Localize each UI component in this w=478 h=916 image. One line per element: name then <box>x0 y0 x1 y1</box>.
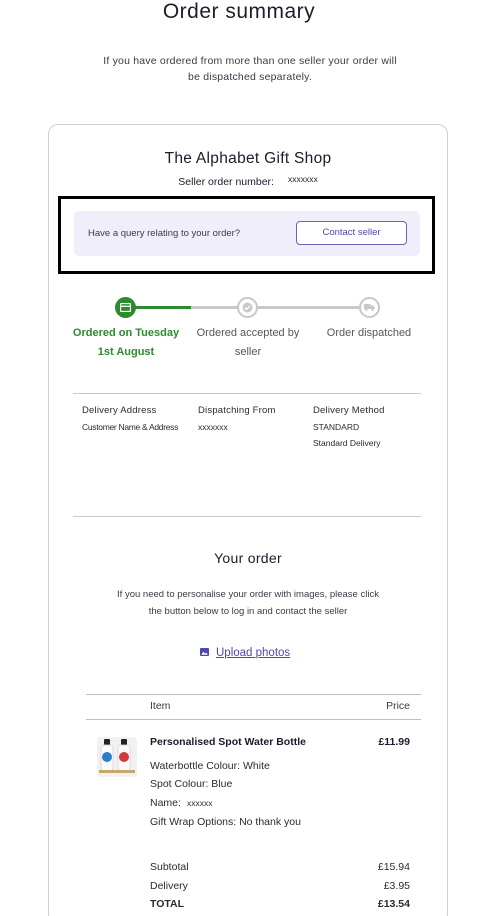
total-value: £13.54 <box>377 898 410 910</box>
delivery-address-heading: Delivery Address <box>82 405 157 416</box>
progress-track-pending <box>191 306 238 309</box>
query-text: Have a query relating to your order? <box>88 228 241 239</box>
delivery-address: Delivery Address Customer Name & Address <box>82 405 178 435</box>
product-option: Spot Colour: Blue <box>150 778 233 790</box>
personalise-text: If you need to personalise your order wi… <box>117 589 379 617</box>
progress-track-complete <box>131 306 191 309</box>
dispatching-from-heading: Dispatching From <box>198 405 276 416</box>
upload-photos-link[interactable]: Upload photos <box>200 647 290 659</box>
order-table-header: Item Price <box>86 694 421 720</box>
total-label: TOTAL <box>150 898 185 910</box>
step-label-ordered: Ordered on Tuesday 1st August <box>72 327 180 358</box>
column-header-item: Item <box>150 700 171 712</box>
product-name: Personalised Spot Water Bottle <box>150 736 306 748</box>
delivery-method-heading: Delivery Method <box>313 405 385 416</box>
divider <box>73 516 421 517</box>
product-price: £11.99 <box>378 736 410 748</box>
subtotal-label: Subtotal <box>150 861 189 873</box>
name-option-value: xxxxxx <box>186 798 213 808</box>
dispatching-from: Dispatching From xxxxxxx <box>198 405 276 435</box>
delivery-cost-label: Delivery <box>150 880 188 892</box>
shop-name: The Alphabet Gift Shop <box>164 150 332 167</box>
query-panel: Have a query relating to your order? Con… <box>74 211 420 256</box>
upload-photos-label[interactable]: Upload photos <box>216 647 290 659</box>
card-icon <box>115 297 136 318</box>
seller-order-number: Seller order number: xxxxxxx <box>48 174 448 188</box>
dispatching-from-value: xxxxxxx <box>198 422 228 432</box>
step-label-dispatched: Order dispatched <box>326 327 412 339</box>
subtotal-value: £15.94 <box>377 861 410 873</box>
your-order-heading: Your order <box>214 550 282 566</box>
divider <box>73 393 421 394</box>
order-progress: Ordered on Tuesday 1st August Ordered ac… <box>0 296 478 366</box>
progress-track-pending <box>257 306 359 309</box>
delivery-method-name: Standard Delivery <box>313 438 381 448</box>
delivery-cost-value: £3.95 <box>383 880 410 892</box>
order-number-label: Seller order number: <box>178 176 274 188</box>
step-label-accepted: Ordered accepted by seller <box>196 327 300 358</box>
order-number-value: xxxxxxx <box>287 174 318 184</box>
contact-seller-button[interactable]: Contact seller <box>296 221 407 245</box>
delivery-method: Delivery Method STANDARD Standard Delive… <box>313 405 385 451</box>
product-option: Waterbottle Colour: White <box>150 760 270 772</box>
truck-icon <box>359 297 380 318</box>
intro-text: If you have ordered from more than one s… <box>103 55 397 83</box>
page-title: Order summary <box>162 0 316 23</box>
check-circle-icon <box>237 297 258 318</box>
delivery-address-value: Customer Name & Address <box>82 422 179 432</box>
product-option-name: Name: xxxxxx <box>150 797 212 809</box>
name-option-label: Name: <box>150 797 181 809</box>
image-icon <box>200 647 209 659</box>
column-header-price: Price <box>386 700 410 712</box>
product-thumbnail <box>97 737 137 777</box>
delivery-method-code: STANDARD <box>313 422 360 432</box>
product-option: Gift Wrap Options: No thank you <box>150 816 301 828</box>
